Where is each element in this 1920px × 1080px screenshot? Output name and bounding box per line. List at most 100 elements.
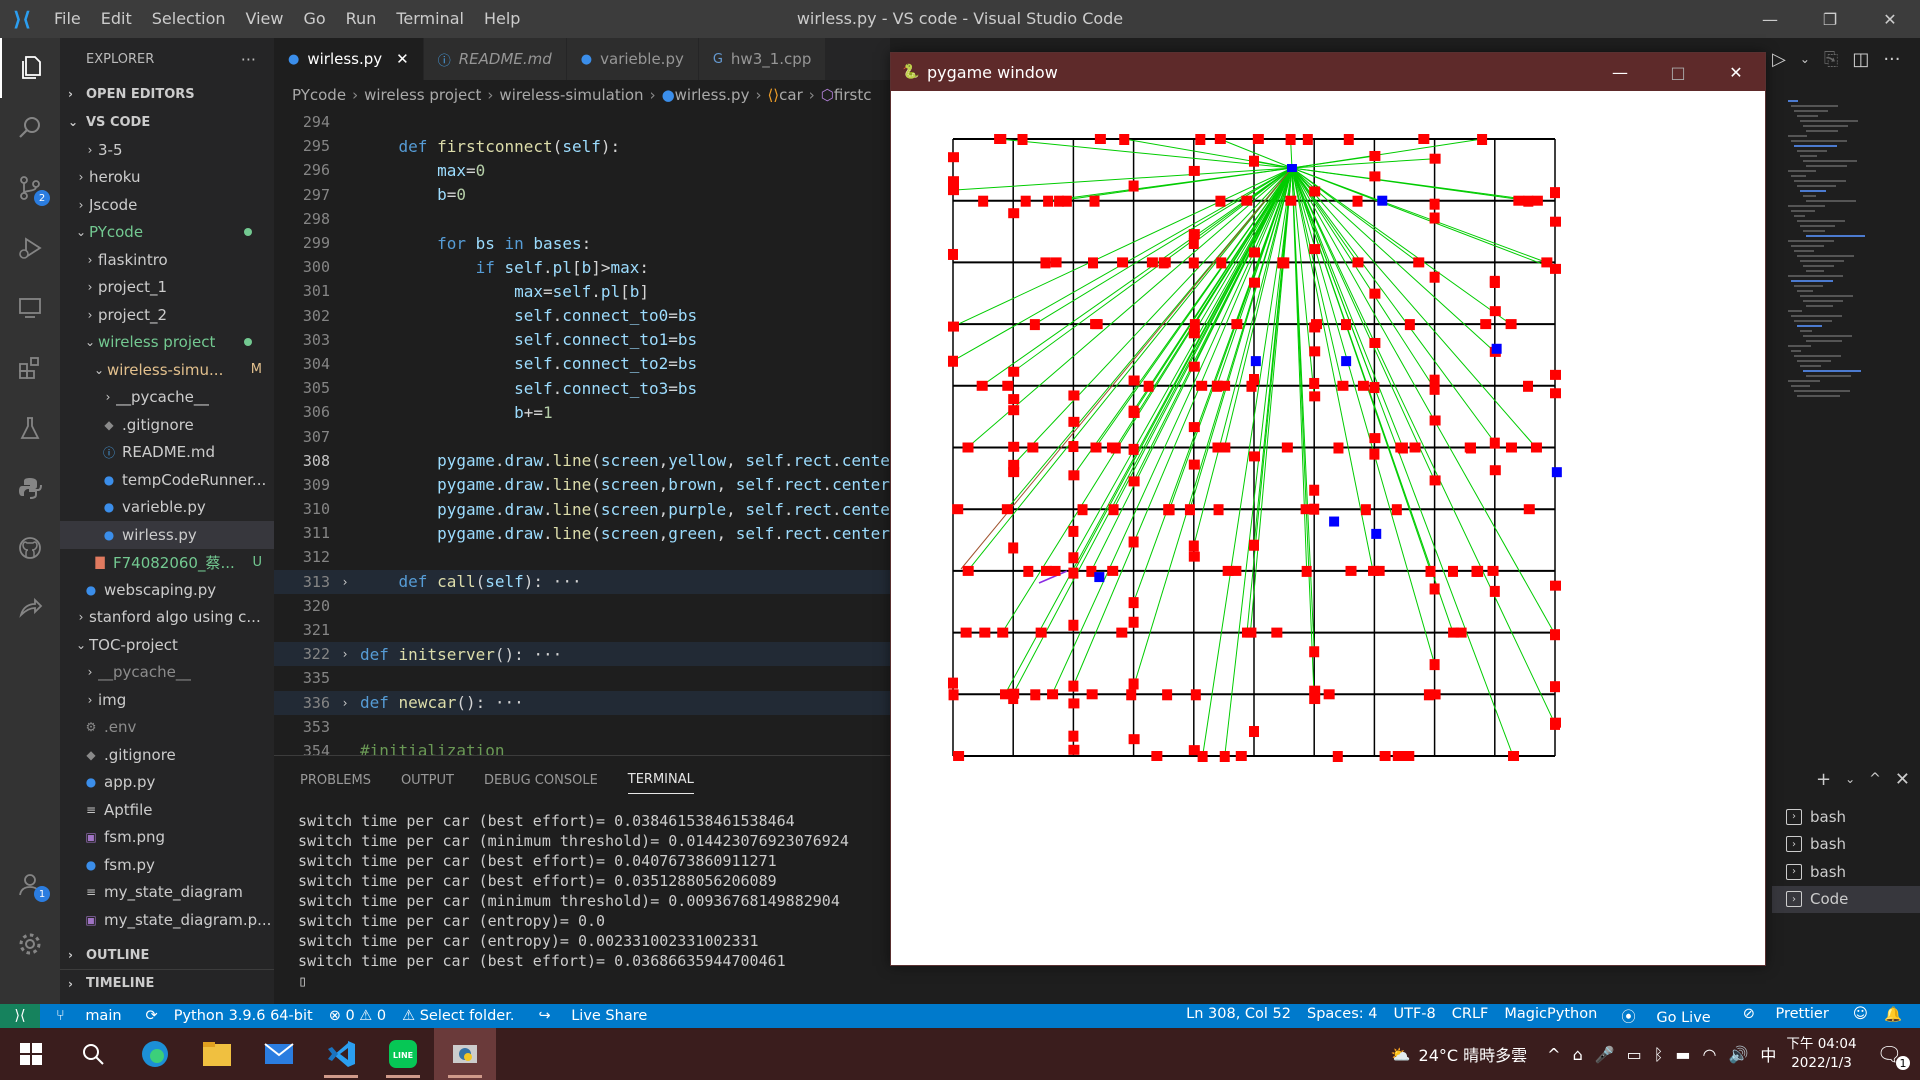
tree-item[interactable]: ▣ fsm.png xyxy=(60,824,274,852)
weather-icon[interactable]: ⛅ xyxy=(1391,1045,1411,1064)
volume-icon[interactable]: 🔊 xyxy=(1728,1045,1748,1064)
code-line[interactable]: 301 max=self.pl[b] xyxy=(274,279,890,303)
restore-button[interactable]: ❐ xyxy=(1800,0,1860,38)
close-panel-icon[interactable]: ✕ xyxy=(1895,769,1910,790)
weather-text[interactable]: 24°C 晴時多雲 xyxy=(1419,1042,1528,1066)
menu-help[interactable]: Help xyxy=(474,0,530,38)
pygame-maximize-button[interactable]: □ xyxy=(1649,53,1707,91)
meet-now-icon[interactable]: ⌂ xyxy=(1573,1045,1583,1064)
end-of-line[interactable]: CRLF xyxy=(1452,1006,1489,1027)
python-interpreter[interactable]: Python 3.9.6 64-bit xyxy=(174,1008,313,1024)
menu-terminal[interactable]: Terminal xyxy=(386,0,474,38)
code-line[interactable]: 302 self.connect_to0=bs xyxy=(274,304,890,328)
panel-tab[interactable]: OUTPUT xyxy=(401,767,454,794)
close-button[interactable]: ✕ xyxy=(1860,0,1920,38)
editor-tab[interactable]: ⓘ README.md xyxy=(423,38,567,80)
open-editors-section[interactable]: › OPEN EDITORS xyxy=(60,80,274,108)
more-actions-icon[interactable]: ··· xyxy=(1883,49,1900,70)
tree-item[interactable]: › stanford algo using c... xyxy=(60,604,274,632)
bluetooth-icon[interactable]: ᛒ xyxy=(1654,1045,1664,1064)
tree-item[interactable]: ● varieble.py xyxy=(60,494,274,522)
tree-item[interactable]: › __pycache__ xyxy=(60,384,274,412)
python-icon[interactable] xyxy=(0,458,60,518)
code-line[interactable]: 295 def firstconnect(self): xyxy=(274,134,890,158)
tree-item[interactable]: › project_2 xyxy=(60,301,274,329)
microphone-icon[interactable]: 🎤 xyxy=(1595,1045,1615,1064)
menu-view[interactable]: View xyxy=(236,0,294,38)
fold-chevron-icon[interactable]: › xyxy=(330,696,360,710)
explorer-icon[interactable] xyxy=(0,38,60,98)
open-changes-icon[interactable]: ⎘ xyxy=(1824,49,1838,70)
code-line[interactable]: 296 max=0 xyxy=(274,158,890,182)
tree-item[interactable]: ⌄ TOC-project xyxy=(60,631,274,659)
pygame-window[interactable]: 🐍 pygame window — □ ✕ xyxy=(890,52,1766,966)
run-python-icon[interactable]: ▷ xyxy=(1772,49,1786,70)
breadcrumb-item[interactable]: PYcode xyxy=(292,86,346,104)
cursor-position[interactable]: Ln 308, Col 52 xyxy=(1186,1006,1291,1027)
mail-icon[interactable] xyxy=(248,1028,310,1080)
ime-indicator[interactable]: 中 xyxy=(1760,1042,1776,1066)
tree-item[interactable]: › heroku xyxy=(60,164,274,192)
problems-indicator[interactable]: ⊗ 0 ⚠ 0 xyxy=(329,1008,386,1024)
code-line[interactable]: 303 self.connect_to1=bs xyxy=(274,328,890,352)
panel-tab[interactable]: DEBUG CONSOLE xyxy=(484,767,598,794)
live-share-icon[interactable] xyxy=(0,578,60,638)
panel-tab[interactable]: TERMINAL xyxy=(627,766,694,794)
maximize-panel-icon[interactable]: ^ xyxy=(1869,771,1881,787)
vscode-taskbar-icon[interactable] xyxy=(310,1028,372,1080)
breadcrumb-item[interactable]: firstc xyxy=(834,86,872,104)
tree-item[interactable]: ◆ .gitignore xyxy=(60,741,274,769)
language-mode[interactable]: MagicPython xyxy=(1504,1006,1597,1027)
menu-file[interactable]: File xyxy=(44,0,91,38)
select-folder[interactable]: ⚠ Select folder. xyxy=(402,1008,514,1024)
live-share-status[interactable]: ↪ Live Share xyxy=(530,1008,655,1024)
tree-item[interactable]: ⌄ wireless project xyxy=(60,329,274,357)
code-line[interactable]: 322 › def initserver(): ··· xyxy=(274,642,890,667)
notifications-bell-icon[interactable]: 🔔 xyxy=(1884,1006,1902,1027)
indentation[interactable]: Spaces: 4 xyxy=(1307,1006,1377,1027)
code-line[interactable]: 336 › def newcar(): ··· xyxy=(274,690,890,715)
tree-item[interactable]: ⓘ README.md xyxy=(60,439,274,467)
notification-center-icon[interactable]: 🗨 1 xyxy=(1877,1042,1910,1070)
edge-browser-icon[interactable] xyxy=(124,1028,186,1080)
terminal-dropdown-icon[interactable]: ⌄ xyxy=(1845,772,1855,786)
testing-flask-icon[interactable] xyxy=(0,398,60,458)
tree-item[interactable]: ≡ my_state_diagram xyxy=(60,879,274,907)
github-icon[interactable] xyxy=(0,518,60,578)
go-live-button[interactable]: ⦿ Go Live xyxy=(1613,1006,1718,1027)
code-line[interactable]: 313 › def call(self): ··· xyxy=(274,569,890,594)
menu-run[interactable]: Run xyxy=(336,0,387,38)
tree-item[interactable]: › Jscode xyxy=(60,191,274,219)
run-debug-icon[interactable] xyxy=(0,218,60,278)
display-icon[interactable]: ▭ xyxy=(1627,1045,1642,1064)
menu-go[interactable]: Go xyxy=(293,0,335,38)
accounts-icon[interactable]: 1 xyxy=(0,854,60,914)
remote-explorer-icon[interactable] xyxy=(0,278,60,338)
terminal-instance[interactable]: › bash xyxy=(1772,858,1920,886)
terminal-instance[interactable]: › bash xyxy=(1772,831,1920,859)
branch-indicator[interactable]: ⑂ main xyxy=(48,1008,130,1024)
breadcrumb-item[interactable]: wireless-simulation xyxy=(499,86,643,104)
code-line[interactable]: 294 xyxy=(274,110,890,134)
code-editor[interactable]: 294 295 def firstconnect(self): 296 max=0 2… xyxy=(274,110,890,755)
line-app-icon[interactable]: LINE xyxy=(372,1028,434,1080)
terminal-instance[interactable]: › Code xyxy=(1772,885,1920,913)
workspace-section[interactable]: ⌄ VS CODE xyxy=(60,108,274,136)
terminal-instance[interactable]: › bash xyxy=(1772,803,1920,831)
pygame-close-button[interactable]: ✕ xyxy=(1707,53,1765,91)
code-line[interactable]: 307 xyxy=(274,424,890,448)
prettier-status[interactable]: ⊘ Prettier xyxy=(1735,1006,1837,1027)
code-line[interactable]: 298 xyxy=(274,207,890,231)
breadcrumb-item[interactable]: car xyxy=(779,86,803,104)
clock[interactable]: 下午 04:04 2022/1/3 xyxy=(1786,1035,1856,1073)
python-taskbar-icon[interactable] xyxy=(434,1028,496,1080)
new-terminal-icon[interactable]: + xyxy=(1816,769,1831,790)
tab-close-icon[interactable]: ✕ xyxy=(396,50,409,68)
code-line[interactable]: 353 xyxy=(274,715,890,739)
settings-gear-icon[interactable] xyxy=(0,914,60,974)
tree-item[interactable]: › flaskintro xyxy=(60,246,274,274)
search-icon[interactable] xyxy=(62,1028,124,1080)
tree-item[interactable]: ● webscaping.py xyxy=(60,576,274,604)
code-line[interactable]: 308 pygame.draw.line(screen,yellow, self… xyxy=(274,449,890,473)
windows-start-icon[interactable] xyxy=(0,1028,62,1080)
